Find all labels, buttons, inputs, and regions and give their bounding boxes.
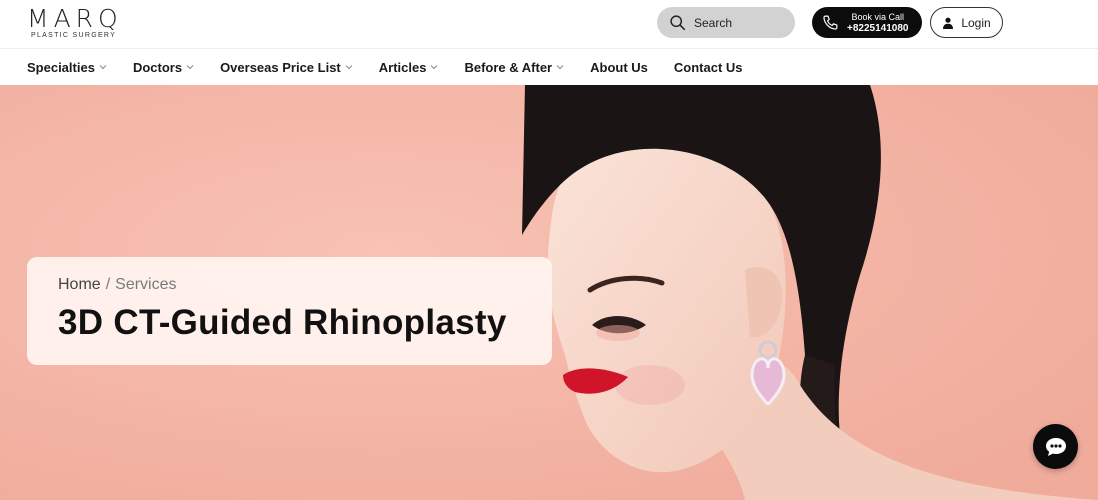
nav-item-label: About Us [590, 59, 648, 75]
breadcrumb-home-link[interactable]: Home [58, 276, 101, 294]
nav-item-label: Before & After [464, 59, 553, 75]
brand-name: MARQ [27, 4, 123, 33]
hero-banner: Home / Services 3D CT-Guided Rhinoplasty [0, 85, 1098, 500]
nav-item-doctors[interactable]: Doctors [133, 60, 194, 75]
top-header: MARQ PLASTIC SURGERY Search Book via Cal… [0, 0, 1098, 49]
breadcrumb-separator: / [105, 276, 111, 293]
phone-icon [822, 14, 839, 31]
brand-tagline: PLASTIC SURGERY [31, 32, 117, 39]
chevron-down-icon [99, 65, 107, 70]
chat-button[interactable] [1033, 424, 1078, 469]
nav-item-before-after[interactable]: Before & After [464, 60, 564, 75]
breadcrumb: Home / Services [58, 276, 552, 294]
nav-item-label: Overseas Price List [220, 59, 341, 75]
page-title: 3D CT-Guided Rhinoplasty [58, 303, 507, 342]
chevron-down-icon [556, 65, 564, 70]
search-bar[interactable]: Search [657, 7, 795, 38]
nav-item-label: Articles [378, 59, 427, 75]
search-label: Search [694, 15, 733, 30]
chevron-down-icon [345, 65, 353, 70]
nav-item-label: Contact Us [673, 59, 743, 75]
nav-item-contact-us[interactable]: Contact Us [674, 60, 743, 75]
call-label: Book via Call [851, 11, 904, 22]
login-button[interactable]: Login [930, 7, 1003, 38]
brand-logo[interactable]: MARQ PLASTIC SURGERY [27, 6, 137, 42]
user-icon [942, 17, 954, 29]
book-via-call-button[interactable]: Book via Call +8225141080 [812, 7, 922, 38]
nav-item-label: Doctors [132, 59, 183, 75]
nav-item-label: Specialties [27, 59, 95, 75]
breadcrumb-current: Services [115, 276, 177, 293]
nav-item-about-us[interactable]: About Us [590, 60, 648, 75]
nav-item-specialties[interactable]: Specialties [27, 60, 107, 75]
chevron-down-icon [186, 65, 194, 70]
chat-icon [1044, 436, 1068, 458]
search-icon [669, 14, 686, 31]
main-nav: Specialties Doctors Overseas Price List … [0, 49, 1098, 85]
call-text: Book via Call +8225141080 [847, 12, 908, 34]
call-number: +8225141080 [847, 22, 909, 34]
chevron-down-icon [431, 65, 438, 70]
nav-item-overseas-price-list[interactable]: Overseas Price List [220, 60, 353, 75]
login-label: Login [961, 15, 991, 30]
hero-title-card: Home / Services 3D CT-Guided Rhinoplasty [27, 257, 552, 365]
nav-item-articles[interactable]: Articles [379, 60, 439, 75]
